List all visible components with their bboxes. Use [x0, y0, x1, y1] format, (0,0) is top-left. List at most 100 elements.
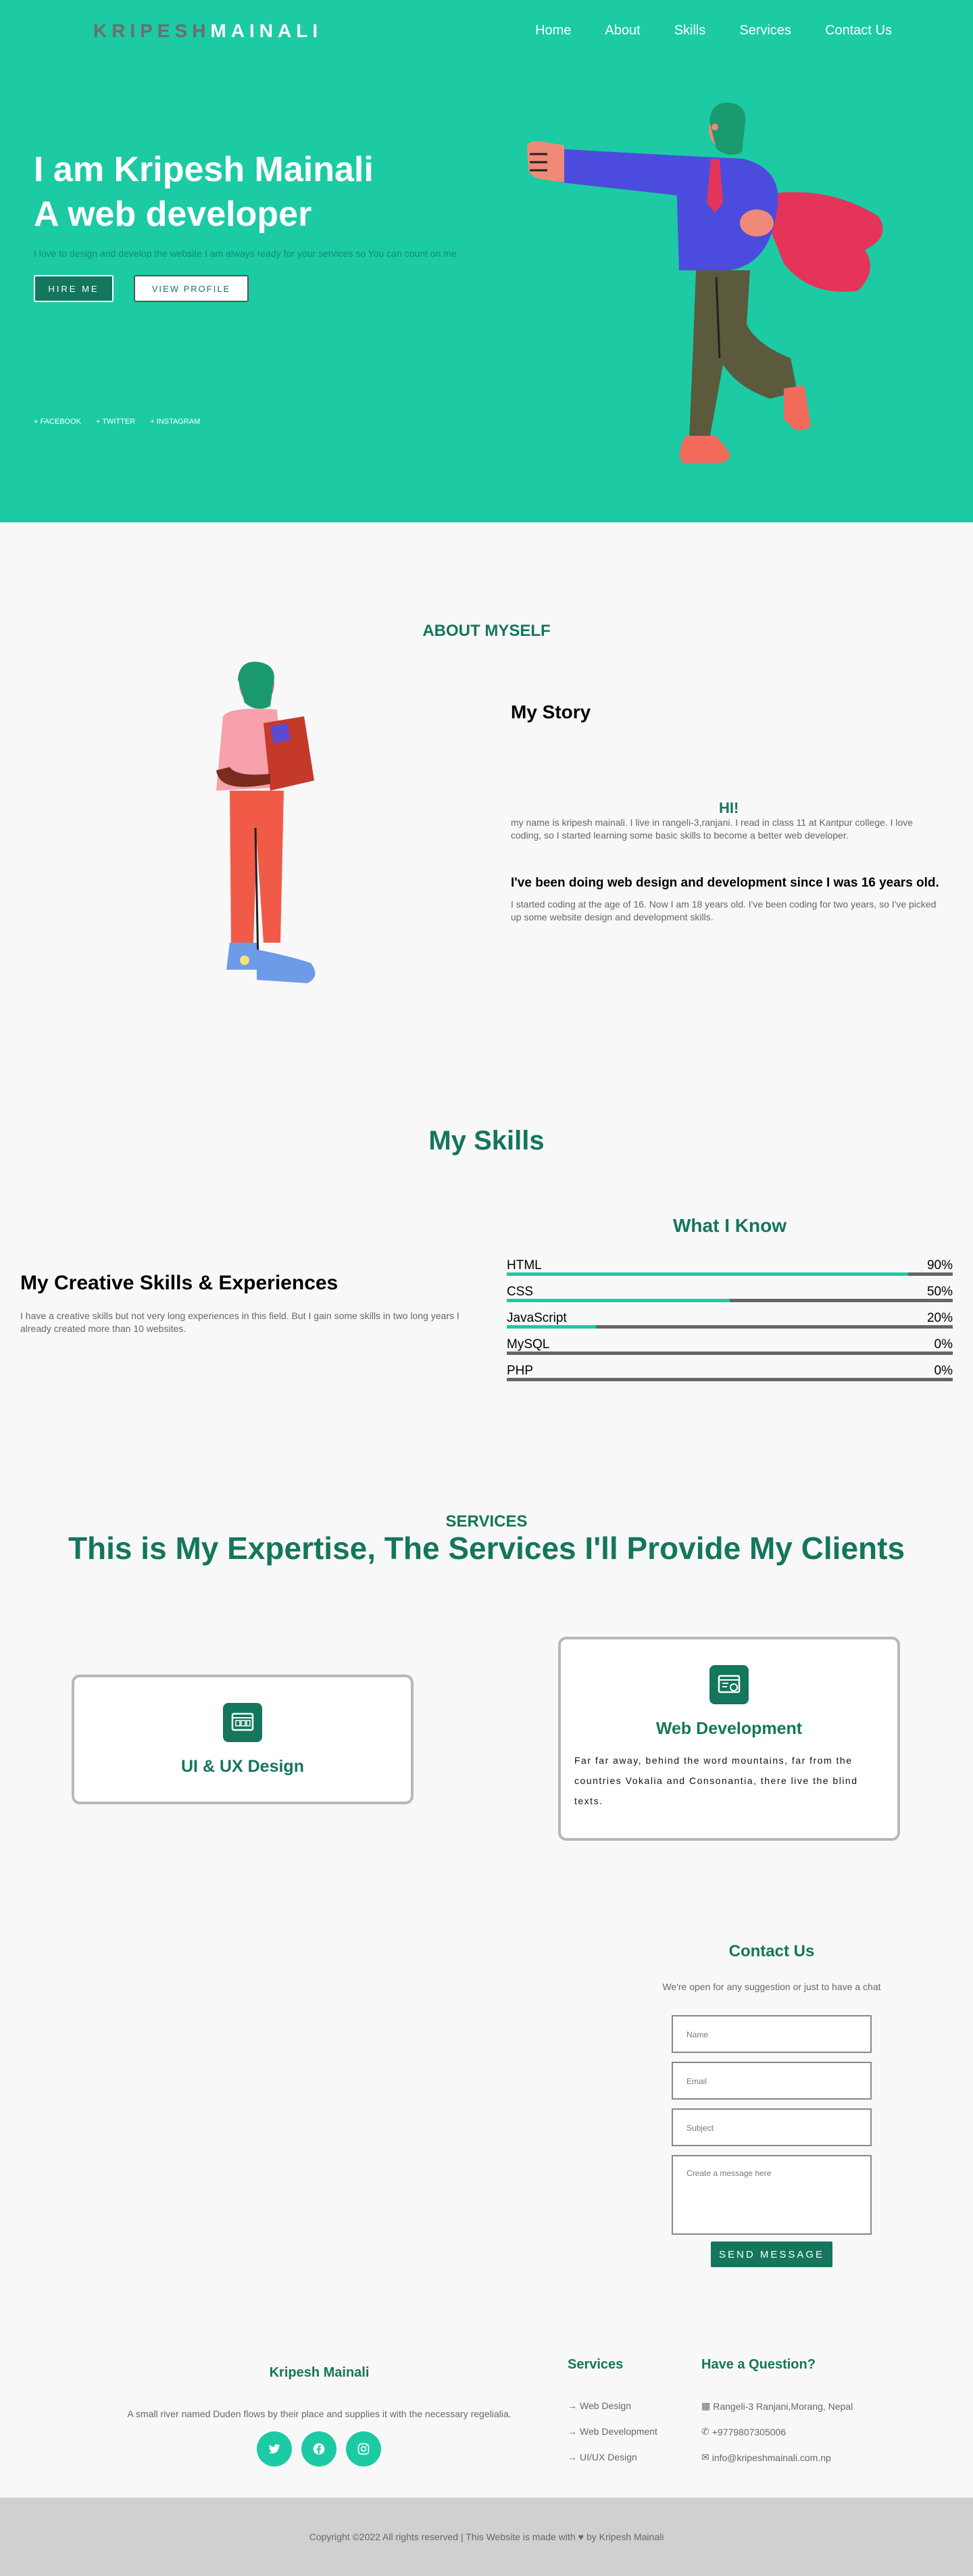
footer-service-label: Web Development — [580, 2426, 657, 2437]
nav-skills[interactable]: Skills — [674, 23, 706, 39]
arrow-right-icon: → — [568, 2426, 577, 2437]
services-label: SERVICES — [445, 1512, 528, 1531]
hero-title: I am Kripesh Mainali A web developer — [34, 147, 374, 237]
send-message-button[interactable]: SEND MESSAGE — [711, 2241, 832, 2267]
copyright-author: by Kripesh Mainali — [586, 2531, 664, 2542]
hero-title-line2: A web developer — [34, 195, 312, 234]
twitter-link[interactable]: + TWITTER — [96, 418, 135, 426]
service-card-title: Web Development — [655, 1719, 803, 1738]
footer-service-web-design[interactable]: → Web Design — [568, 2400, 631, 2411]
message-field[interactable]: Create a message here — [672, 2155, 872, 2235]
copyright-text: Copyright ©2022 All rights reserved | Th… — [309, 2531, 576, 2542]
about-heading: ABOUT MYSELF — [422, 622, 551, 640]
instagram-link[interactable]: + INSTAGRAM — [150, 418, 200, 426]
footer-phone[interactable]: ✆ +9779807305006 — [701, 2426, 786, 2437]
hero-section: KRIPESHMAINALI Home About Skills Service… — [0, 0, 973, 522]
twitter-icon[interactable] — [257, 2431, 292, 2467]
story-subtitle: I've been doing web design and developme… — [511, 876, 939, 890]
hero-illustration — [527, 102, 883, 463]
instagram-icon[interactable] — [346, 2431, 381, 2467]
footer-service-label: Web Design — [580, 2400, 632, 2411]
story-title: My Story — [511, 701, 591, 722]
skill-name: JavaScript — [507, 1311, 567, 1325]
footer-email[interactable]: ✉ info@kripeshmainali.com.np — [701, 2452, 831, 2463]
skill-track — [507, 1325, 953, 1329]
phone-icon: ✆ — [701, 2426, 709, 2437]
skill-name: PHP — [507, 1364, 534, 1378]
skill-percent: 50% — [926, 1285, 953, 1299]
nav-contact[interactable]: Contact Us — [825, 23, 892, 39]
skill-name: CSS — [507, 1285, 534, 1299]
skill-javascript: JavaScript 20% — [507, 1311, 953, 1329]
brand-first: KRIPESH — [93, 20, 211, 41]
skill-fill — [507, 1299, 730, 1302]
skill-track — [507, 1352, 953, 1355]
skill-percent: 90% — [926, 1258, 953, 1272]
footer-service-ui-ux[interactable]: → UI/UX Design — [568, 2452, 637, 2462]
nav-home[interactable]: Home — [535, 23, 571, 39]
envelope-icon: ✉ — [701, 2452, 709, 2462]
skill-html: HTML 90% — [507, 1258, 953, 1276]
contact-subtitle: We're open for any suggestion or just to… — [662, 1981, 881, 1992]
name-field[interactable]: Name — [672, 2015, 872, 2053]
footer-services-title: Services — [568, 2357, 624, 2372]
skill-percent: 0% — [934, 1337, 953, 1352]
skill-fill — [507, 1325, 596, 1329]
brand-logo[interactable]: KRIPESHMAINALI — [93, 20, 322, 42]
footer-phone-label: +9779807305006 — [712, 2426, 787, 2437]
footer-email-label: info@kripeshmainali.com.np — [712, 2452, 831, 2463]
skills-heading: My Skills — [428, 1126, 545, 1156]
skill-css: CSS 50% — [507, 1285, 953, 1302]
skill-name: HTML — [507, 1258, 542, 1272]
brand-last: MAINALI — [210, 20, 323, 41]
skill-track — [507, 1299, 953, 1302]
design-icon — [223, 1703, 262, 1742]
creative-skills-title: My Creative Skills & Experiences — [20, 1272, 339, 1294]
service-card-title: UI & UX Design — [181, 1757, 304, 1776]
web-dev-icon — [709, 1665, 749, 1704]
email-field[interactable]: Email — [672, 2062, 872, 2100]
about-illustration — [216, 662, 316, 983]
heart-icon: ♥ — [578, 2531, 584, 2542]
footer-name: Kripesh Mainali — [269, 2365, 370, 2380]
nav-about[interactable]: About — [605, 23, 640, 39]
arrow-right-icon: → — [568, 2400, 577, 2411]
hero-title-line1: I am Kripesh Mainali — [34, 150, 374, 189]
service-card-desc: Far far away, behind the word mountains,… — [574, 1755, 858, 1806]
creative-skills-text: I have a creative skills but not very lo… — [20, 1310, 459, 1334]
nav-services[interactable]: Services — [739, 23, 791, 39]
arrow-right-icon: → — [568, 2452, 577, 2462]
copyright-bar: Copyright ©2022 All rights reserved | Th… — [0, 2498, 973, 2576]
hi-label: HI! — [719, 799, 739, 816]
hire-me-button[interactable]: HIRE ME — [34, 275, 114, 302]
main-nav: Home About Skills Services Contact Us — [535, 23, 892, 39]
footer-service-web-dev[interactable]: → Web Development — [568, 2426, 657, 2437]
skill-fill — [507, 1272, 908, 1276]
services-title: This is My Expertise, The Services I'll … — [68, 1531, 905, 1566]
footer-desc: A small river named Duden flows by their… — [127, 2408, 512, 2419]
skill-mysql: MySQL 0% — [507, 1337, 953, 1355]
skill-track — [507, 1378, 953, 1381]
skill-track — [507, 1272, 953, 1276]
skill-php: PHP 0% — [507, 1364, 953, 1381]
skill-percent: 0% — [934, 1364, 953, 1378]
footer-question-title: Have a Question? — [701, 2357, 816, 2372]
subject-field[interactable]: Subject — [672, 2108, 872, 2146]
skill-percent: 20% — [926, 1311, 953, 1325]
service-card-web-dev[interactable]: Web Development Far far away, behind the… — [558, 1637, 900, 1841]
map-icon: ▦ — [701, 2400, 711, 2411]
contact-title: Contact Us — [728, 1942, 815, 1960]
hero-subtitle: I love to design and develop the website… — [34, 248, 459, 259]
footer-service-label: UI/UX Design — [580, 2452, 637, 2462]
facebook-icon[interactable] — [301, 2431, 336, 2467]
what-i-know-heading: What I Know — [673, 1215, 787, 1236]
view-profile-button[interactable]: VIEW PROFILE — [134, 275, 249, 302]
skill-name: MySQL — [507, 1337, 550, 1352]
service-card-ui-ux[interactable]: UI & UX Design — [72, 1675, 414, 1804]
footer-address: ▦ Rangeli-3 Ranjani,Morang, Nepal — [701, 2400, 853, 2412]
facebook-link[interactable]: + FACEBOOK — [34, 418, 81, 426]
footer-social-icons — [257, 2431, 381, 2467]
story-text: my name is kripesh mainali. I live in ra… — [511, 817, 914, 841]
footer-address-label: Rangeli-3 Ranjani,Morang, Nepal — [713, 2400, 853, 2412]
social-links: + FACEBOOK + TWITTER + INSTAGRAM — [34, 418, 200, 426]
